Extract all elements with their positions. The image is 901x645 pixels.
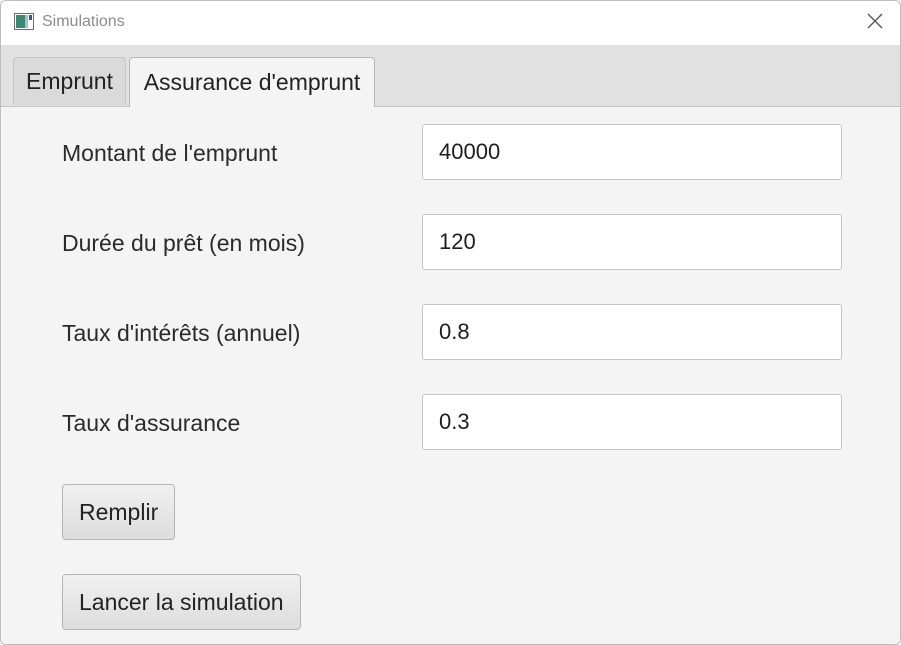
taux-assurance-input[interactable] — [422, 394, 842, 450]
montant-input[interactable] — [422, 124, 842, 180]
application-window: Simulations Emprunt Assurance d'emprunt … — [0, 0, 901, 645]
duree-input[interactable] — [422, 214, 842, 270]
close-icon — [866, 12, 884, 35]
tab-content: Montant de l'emprunt Durée du prêt (en m… — [1, 107, 900, 644]
lancer-simulation-button[interactable]: Lancer la simulation — [62, 574, 301, 630]
window-title: Simulations — [42, 13, 125, 30]
title-bar[interactable]: Simulations — [1, 1, 900, 45]
tab-emprunt[interactable]: Emprunt — [13, 57, 126, 105]
montant-label: Montant de l'emprunt — [62, 140, 278, 166]
taux-interets-input[interactable] — [422, 304, 842, 360]
remplir-button[interactable]: Remplir — [62, 484, 176, 540]
tab-bar: Emprunt Assurance d'emprunt — [1, 45, 900, 107]
duree-label: Durée du prêt (en mois) — [62, 230, 305, 256]
app-icon — [14, 13, 34, 30]
taux-assurance-label: Taux d'assurance — [62, 410, 241, 436]
taux-interets-label: Taux d'intérêts (annuel) — [62, 320, 301, 346]
tab-assurance-emprunt[interactable]: Assurance d'emprunt — [129, 57, 375, 107]
close-button[interactable] — [858, 7, 892, 39]
